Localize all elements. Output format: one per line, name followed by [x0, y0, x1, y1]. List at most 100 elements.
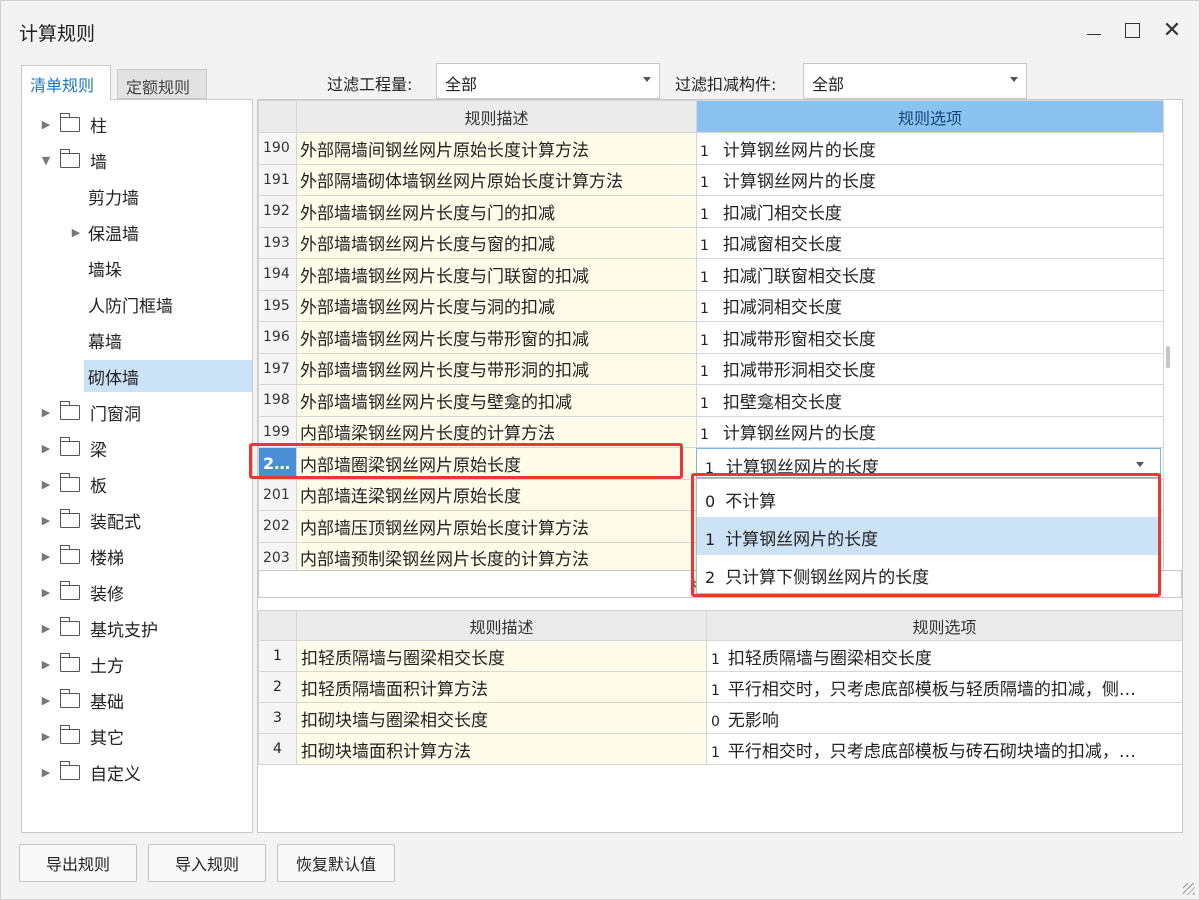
minimize-button[interactable] [1079, 15, 1109, 45]
tab-bill-rules[interactable]: 清单规则 [21, 65, 111, 101]
table-row[interactable]: 199 内部墙梁钢丝网片长度的计算方法 1 计算钢丝网片的长度 [258, 415, 1164, 448]
rule-option[interactable]: 1 扣减门联窗相交长度 [696, 258, 1164, 291]
dropdown-option-0[interactable]: 0 不计算 [697, 479, 1160, 517]
table-row[interactable]: 191 外部隔墙砌体墙钢丝网片原始长度计算方法 1 计算钢丝网片的长度 [258, 163, 1164, 196]
option-value: 扣轻质隔墙与圈梁相交长度 [727, 648, 932, 669]
tree-item-decoration[interactable]: ▶ 装修 [22, 576, 252, 608]
rule-description[interactable]: 外部隔墙间钢丝网片原始长度计算方法 [296, 132, 697, 165]
rule-option[interactable]: 1 扣减窗相交长度 [696, 226, 1164, 259]
rule-description[interactable]: 外部墙墙钢丝网片长度与门的扣减 [296, 195, 697, 228]
filter-quantity-select[interactable]: 全部 [436, 63, 660, 99]
table-row[interactable]: 194 外部墙墙钢丝网片长度与门联窗的扣减 1 扣减门联窗相交长度 [258, 258, 1164, 291]
rule-option[interactable]: 1 扣减门相交长度 [696, 195, 1164, 228]
tree-item-stairs[interactable]: ▶ 楼梯 [22, 540, 252, 572]
vertical-scrollbar[interactable] [1166, 346, 1170, 368]
dropdown-option-1[interactable]: 1 计算钢丝网片的长度 [697, 517, 1160, 555]
tree-item-curtain-wall[interactable]: 幕墙 [22, 324, 252, 356]
rule-option[interactable]: 1 计算钢丝网片的长度 [696, 132, 1164, 165]
tree-item-wall-pier[interactable]: 墙垛 [22, 252, 252, 284]
rule-option[interactable]: 1 扣减带形窗相交长度 [696, 321, 1164, 354]
table-row[interactable]: 193 外部墙墙钢丝网片长度与窗的扣减 1 扣减窗相交长度 [258, 226, 1164, 259]
rule-option[interactable]: 0 无影响 [706, 702, 1182, 734]
chevron-right-icon[interactable]: ▶ [40, 406, 52, 419]
rule-description[interactable]: 外部墙墙钢丝网片长度与窗的扣减 [296, 226, 697, 259]
rule-option[interactable]: 1 扣壁龛相交长度 [696, 384, 1164, 417]
rule-option[interactable]: 1 扣轻质隔墙与圈梁相交长度 [706, 640, 1182, 672]
dropdown-option-2[interactable]: 2 只计算下侧钢丝网片的长度 [697, 555, 1160, 593]
option-dropdown[interactable]: 1 计算钢丝网片的长度 [696, 448, 1161, 478]
rule-option[interactable]: 1 计算钢丝网片的长度 [696, 415, 1164, 448]
column-header-option[interactable]: 规则选项 [706, 610, 1182, 641]
rule-description[interactable]: 外部墙墙钢丝网片长度与洞的扣减 [296, 289, 697, 322]
resize-grip[interactable] [1183, 883, 1195, 895]
rule-option[interactable]: 1 扣减洞相交长度 [696, 289, 1164, 322]
rule-description[interactable]: 内部墙梁钢丝网片长度的计算方法 [296, 415, 697, 448]
tree-item-masonry-wall[interactable]: 砌体墙 [84, 360, 252, 392]
tree-item-earthwork[interactable]: ▶ 土方 [22, 648, 252, 680]
rule-description[interactable]: 内部墙预制梁钢丝网片长度的计算方法 [296, 541, 697, 574]
rule-description[interactable]: 内部墙圈梁钢丝网片原始长度 [296, 447, 697, 480]
rule-option[interactable]: 1 计算钢丝网片的长度 [696, 163, 1164, 196]
close-button[interactable]: ✕ [1157, 15, 1187, 45]
chevron-right-icon[interactable]: ▶ [40, 586, 52, 599]
table-row[interactable]: 192 外部墙墙钢丝网片长度与门的扣减 1 扣减门相交长度 [258, 195, 1164, 228]
tree-item-beam[interactable]: ▶ 梁 [22, 432, 252, 464]
chevron-right-icon[interactable]: ▶ [40, 622, 52, 635]
tree-item-prefab[interactable]: ▶ 装配式 [22, 504, 252, 536]
chevron-right-icon[interactable]: ▶ [40, 118, 52, 131]
rule-description[interactable]: 内部墙连梁钢丝网片原始长度 [296, 478, 697, 511]
table-row[interactable]: 3 扣砌块墙与圈梁相交长度 0 无影响 [258, 702, 1182, 734]
column-header-option[interactable]: 规则选项 [696, 100, 1164, 133]
chevron-right-icon[interactable]: ▶ [40, 658, 52, 671]
rule-option[interactable]: 1 扣减带形洞相交长度 [696, 352, 1164, 385]
tree-item-civil-defense-wall[interactable]: 人防门框墙 [22, 288, 252, 320]
chevron-right-icon[interactable]: ▶ [70, 226, 82, 239]
tree-item-pit-support[interactable]: ▶ 基坑支护 [22, 612, 252, 644]
tab-quota-rules[interactable]: 定额规则 [117, 69, 207, 99]
tree-item-door-window-opening[interactable]: ▶ 门窗洞 [22, 396, 252, 428]
table-row[interactable]: 4 扣砌块墙面积计算方法 1 平行相交时，只考虑底部模板与砖石砌块墙的扣减，… [258, 733, 1182, 765]
tree-item-other[interactable]: ▶ 其它 [22, 720, 252, 752]
chevron-right-icon[interactable]: ▶ [40, 730, 52, 743]
rule-description[interactable]: 外部墙墙钢丝网片长度与带形窗的扣减 [296, 321, 697, 354]
chevron-right-icon[interactable]: ▶ [40, 478, 52, 491]
tree-item-foundation[interactable]: ▶ 基础 [22, 684, 252, 716]
table-row[interactable]: 196 外部墙墙钢丝网片长度与带形窗的扣减 1 扣减带形窗相交长度 [258, 321, 1164, 354]
table-row[interactable]: 195 外部墙墙钢丝网片长度与洞的扣减 1 扣减洞相交长度 [258, 289, 1164, 322]
chevron-right-icon[interactable]: ▶ [40, 694, 52, 707]
rule-description[interactable]: 外部墙墙钢丝网片长度与壁龛的扣减 [296, 384, 697, 417]
rule-description[interactable]: 内部墙压顶钢丝网片原始长度计算方法 [296, 510, 697, 543]
rule-description[interactable]: 外部墙墙钢丝网片长度与门联窗的扣减 [296, 258, 697, 291]
filter-deduct-select[interactable]: 全部 [803, 63, 1027, 99]
rule-option[interactable]: 1 平行相交时，只考虑底部模板与砖石砌块墙的扣减，… [706, 733, 1182, 765]
chevron-right-icon[interactable]: ▶ [40, 766, 52, 779]
column-header-desc[interactable]: 规则描述 [296, 100, 697, 133]
tree-item-shear-wall[interactable]: 剪力墙 [22, 180, 252, 212]
tree-item-slab[interactable]: ▶ 板 [22, 468, 252, 500]
chevron-down-icon[interactable]: ▼ [40, 154, 52, 167]
table-row[interactable]: 2 扣轻质隔墙面积计算方法 1 平行相交时，只考虑底部模板与轻质隔墙的扣减，侧… [258, 671, 1182, 703]
tree-item-custom[interactable]: ▶ 自定义 [22, 756, 252, 788]
column-header-desc[interactable]: 规则描述 [296, 610, 707, 641]
chevron-right-icon[interactable]: ▶ [40, 550, 52, 563]
chevron-right-icon[interactable]: ▶ [40, 514, 52, 527]
rule-description[interactable]: 扣轻质隔墙与圈梁相交长度 [296, 640, 707, 672]
export-rules-button[interactable]: 导出规则 [19, 844, 137, 882]
chevron-right-icon[interactable]: ▶ [40, 442, 52, 455]
rule-description[interactable]: 外部墙墙钢丝网片长度与带形洞的扣减 [296, 352, 697, 385]
restore-defaults-button[interactable]: 恢复默认值 [277, 844, 395, 882]
tree-item-insulation-wall[interactable]: ▶ 保温墙 [22, 216, 252, 248]
rule-option[interactable]: 1 平行相交时，只考虑底部模板与轻质隔墙的扣减，侧… [706, 671, 1182, 703]
table-row[interactable]: 197 外部墙墙钢丝网片长度与带形洞的扣减 1 扣减带形洞相交长度 [258, 352, 1164, 385]
rule-description[interactable]: 外部隔墙砌体墙钢丝网片原始长度计算方法 [296, 163, 697, 196]
table-row[interactable]: 198 外部墙墙钢丝网片长度与壁龛的扣减 1 扣壁龛相交长度 [258, 384, 1164, 417]
rule-description[interactable]: 扣砌块墙面积计算方法 [296, 733, 707, 765]
rule-description[interactable]: 扣轻质隔墙面积计算方法 [296, 671, 707, 703]
import-rules-button[interactable]: 导入规则 [148, 844, 266, 882]
maximize-button[interactable] [1117, 15, 1147, 45]
rule-description[interactable]: 扣砌块墙与圈梁相交长度 [296, 702, 707, 734]
table-row[interactable]: 1 扣轻质隔墙与圈梁相交长度 1 扣轻质隔墙与圈梁相交长度 [258, 640, 1182, 672]
tree-item-column[interactable]: ▶ 柱 [22, 108, 252, 140]
tree-item-wall[interactable]: ▼ 墙 [22, 144, 252, 176]
table-row[interactable]: 190 外部隔墙间钢丝网片原始长度计算方法 1 计算钢丝网片的长度 [258, 132, 1164, 165]
